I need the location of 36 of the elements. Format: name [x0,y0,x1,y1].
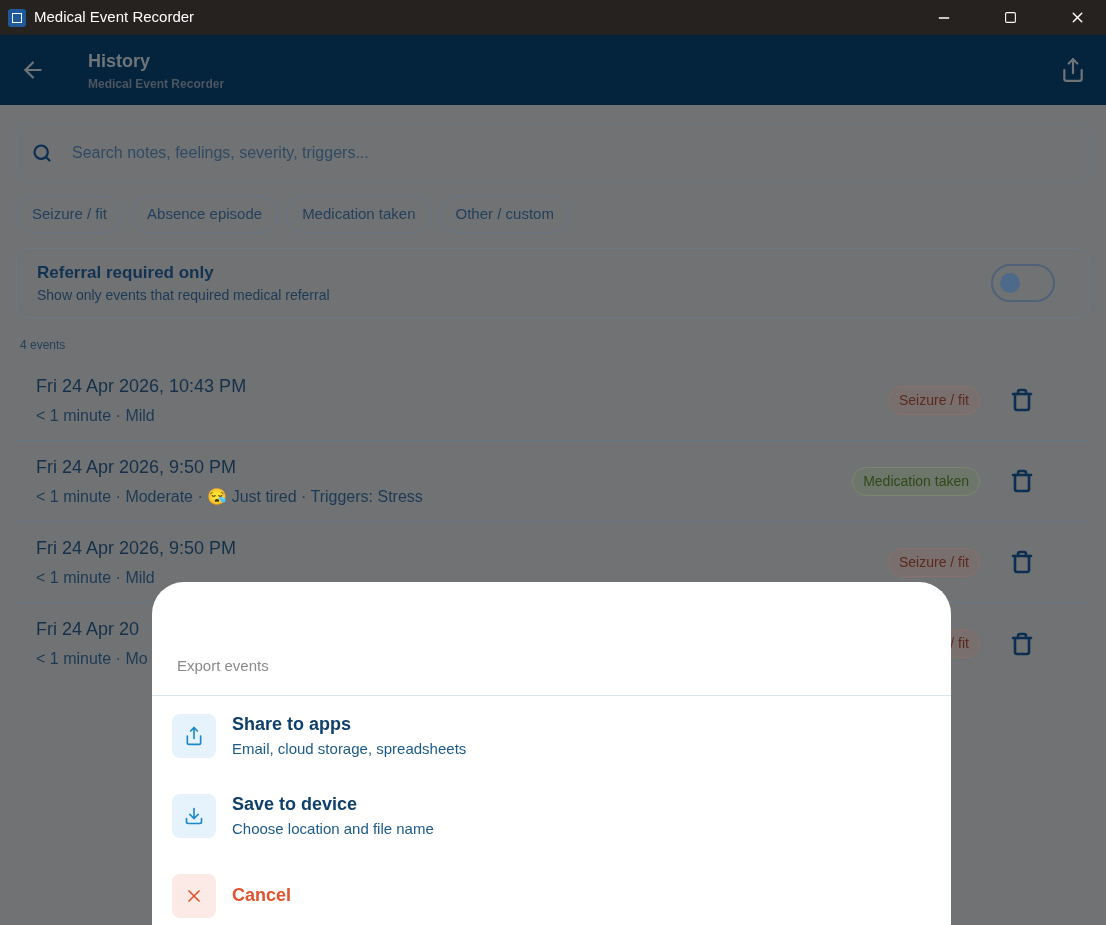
delete-icon[interactable] [1010,469,1034,493]
category-tag: Medication taken [852,466,980,496]
event-date: Fri 24 Apr 2026, 9:50 PM [36,455,237,479]
export-option[interactable]: Share to apps Email, cloud storage, spreadsheets [152,695,951,776]
sheet-title: Export events [177,656,269,676]
delete-icon[interactable] [1010,550,1034,574]
event-date: Fri 24 Apr 2026, 9:50 PM [36,536,237,560]
event-date: Fri 24 Apr 2026, 10:43 PM [36,374,247,398]
delete-icon[interactable] [1010,388,1034,412]
app-logo-icon [8,8,26,27]
event-details: < 1 minute · Mild [36,567,155,588]
option-label: Share to apps [232,712,353,736]
toggle-switch[interactable] [991,264,1055,302]
page-subtitle: Medical Event Recorder [88,75,225,93]
export-option[interactable]: Cancel [152,855,951,925]
search-icon [32,143,52,163]
window-title: Medical Event Recorder [34,7,195,28]
page-title: History [88,49,151,73]
category-tag: Seizure / fit [887,385,980,415]
event-date: Fri 24 Apr 20 [36,618,140,641]
event-details: < 1 minute · Mild [36,405,155,426]
event-count: 4 events [20,337,67,354]
event-details: < 1 minute · Mo [36,649,148,669]
option-label: Save to device [232,792,359,816]
export-option[interactable]: Save to device Choose location and file name [152,775,951,856]
search-field[interactable]: Search notes, feelings, severity, triggers... [16,123,1090,183]
maximize-icon[interactable] [1004,11,1017,24]
event-details: < 1 minute · Moderate · 😪 Just tired · Triggers: Stress [36,486,423,507]
share-icon[interactable] [1060,57,1086,83]
delete-icon[interactable] [1010,631,1034,656]
referral-description: Show only events that required medical referral [37,286,331,306]
category-tag: Seizure / fit [887,547,980,577]
referral-title: Referral required only [37,261,215,284]
option-description: Choose location and file name [232,818,434,839]
option-description: Email, cloud storage, spreadsheets [232,738,467,759]
option-label: Cancel [232,884,292,907]
